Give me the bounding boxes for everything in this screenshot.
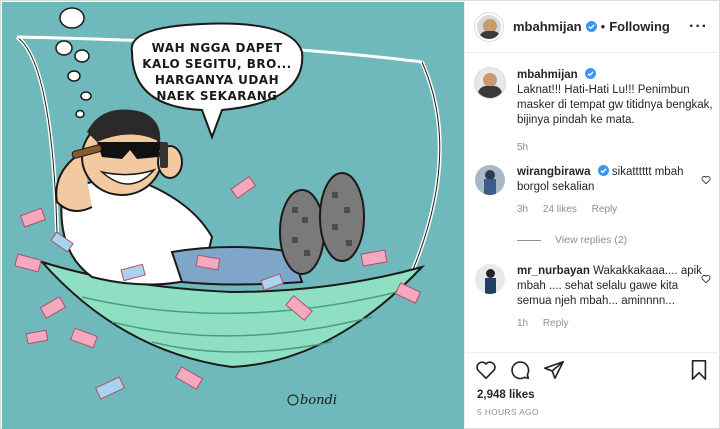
reply-button[interactable]: Reply bbox=[592, 204, 618, 215]
speech-line-4: NAEK SEKARANG bbox=[156, 89, 277, 103]
caption-text: Laknat!!! Hati-Hati Lu!!! Penimbun maske… bbox=[517, 84, 713, 126]
comment-icon[interactable] bbox=[509, 359, 531, 381]
comment-item: wirangbirawa sikatttttt mbah borgol seka… bbox=[475, 165, 715, 215]
caption-time[interactable]: 5h bbox=[517, 142, 528, 153]
speech-line-3: HARGANYA UDAH bbox=[155, 73, 279, 87]
post-image[interactable]: WAH NGGA DAPET KALO SEGITU, BRO... HARGA… bbox=[2, 2, 464, 429]
following-button[interactable]: Following bbox=[609, 19, 670, 34]
view-replies-label: View replies (2) bbox=[555, 234, 628, 246]
bookmark-icon[interactable] bbox=[688, 359, 710, 381]
heart-icon[interactable] bbox=[475, 359, 497, 381]
replies-divider bbox=[517, 239, 541, 241]
avatar[interactable] bbox=[475, 12, 503, 41]
verified-icon bbox=[597, 165, 609, 176]
verified-icon bbox=[585, 21, 597, 32]
comment-text: sikatttttt mbah bbox=[611, 166, 684, 178]
caption-username[interactable]: mbahmijan bbox=[517, 69, 578, 81]
comment-username[interactable]: mr_nurbayan bbox=[517, 265, 590, 277]
more-icon[interactable]: ··· bbox=[689, 18, 708, 36]
comment-time[interactable]: 3h bbox=[517, 204, 528, 215]
post-header: mbahmijan • Following ··· bbox=[465, 1, 720, 53]
reply-button[interactable]: Reply bbox=[543, 318, 569, 329]
cartoon-illustration: WAH NGGA DAPET KALO SEGITU, BRO... HARGA… bbox=[2, 2, 464, 429]
heart-icon[interactable] bbox=[701, 175, 711, 185]
post-timestamp[interactable]: 5 HOURS AGO bbox=[477, 407, 539, 417]
post-modal: WAH NGGA DAPET KALO SEGITU, BRO... HARGA… bbox=[0, 0, 720, 429]
avatar[interactable] bbox=[475, 68, 505, 98]
comments-list: mbahmijan Laknat!!! Hati-Hati Lu!!! Peni… bbox=[465, 54, 720, 351]
artist-signature: bondi bbox=[300, 393, 337, 408]
header-username[interactable]: mbahmijan bbox=[513, 19, 582, 34]
verified-icon bbox=[584, 68, 596, 79]
view-replies-button[interactable]: View replies (2) bbox=[517, 234, 627, 246]
comment-username[interactable]: wirangbirawa bbox=[517, 166, 591, 178]
likes-count[interactable]: 2,948 likes bbox=[477, 389, 535, 401]
comment-time[interactable]: 1h bbox=[517, 318, 528, 329]
share-icon[interactable] bbox=[543, 359, 565, 381]
action-bar: 2,948 likes 5 HOURS AGO bbox=[465, 352, 720, 429]
speech-line-1: WAH NGGA DAPET bbox=[152, 41, 283, 55]
comment-text-continued: borgol sekalian bbox=[517, 181, 595, 193]
avatar[interactable] bbox=[475, 165, 505, 195]
heart-icon[interactable] bbox=[701, 274, 711, 284]
separator-dot: • bbox=[600, 19, 606, 34]
speech-line-2: KALO SEGITU, BRO... bbox=[142, 57, 292, 71]
post-sidebar: mbahmijan • Following ··· mbahmijan Lakn… bbox=[464, 1, 720, 429]
avatar[interactable] bbox=[475, 264, 505, 294]
caption: mbahmijan Laknat!!! Hati-Hati Lu!!! Peni… bbox=[475, 68, 715, 153]
comment-item: mr_nurbayan Wakakkakaaa.... apik mbah ..… bbox=[475, 264, 715, 329]
comment-likes[interactable]: 24 likes bbox=[543, 204, 577, 215]
